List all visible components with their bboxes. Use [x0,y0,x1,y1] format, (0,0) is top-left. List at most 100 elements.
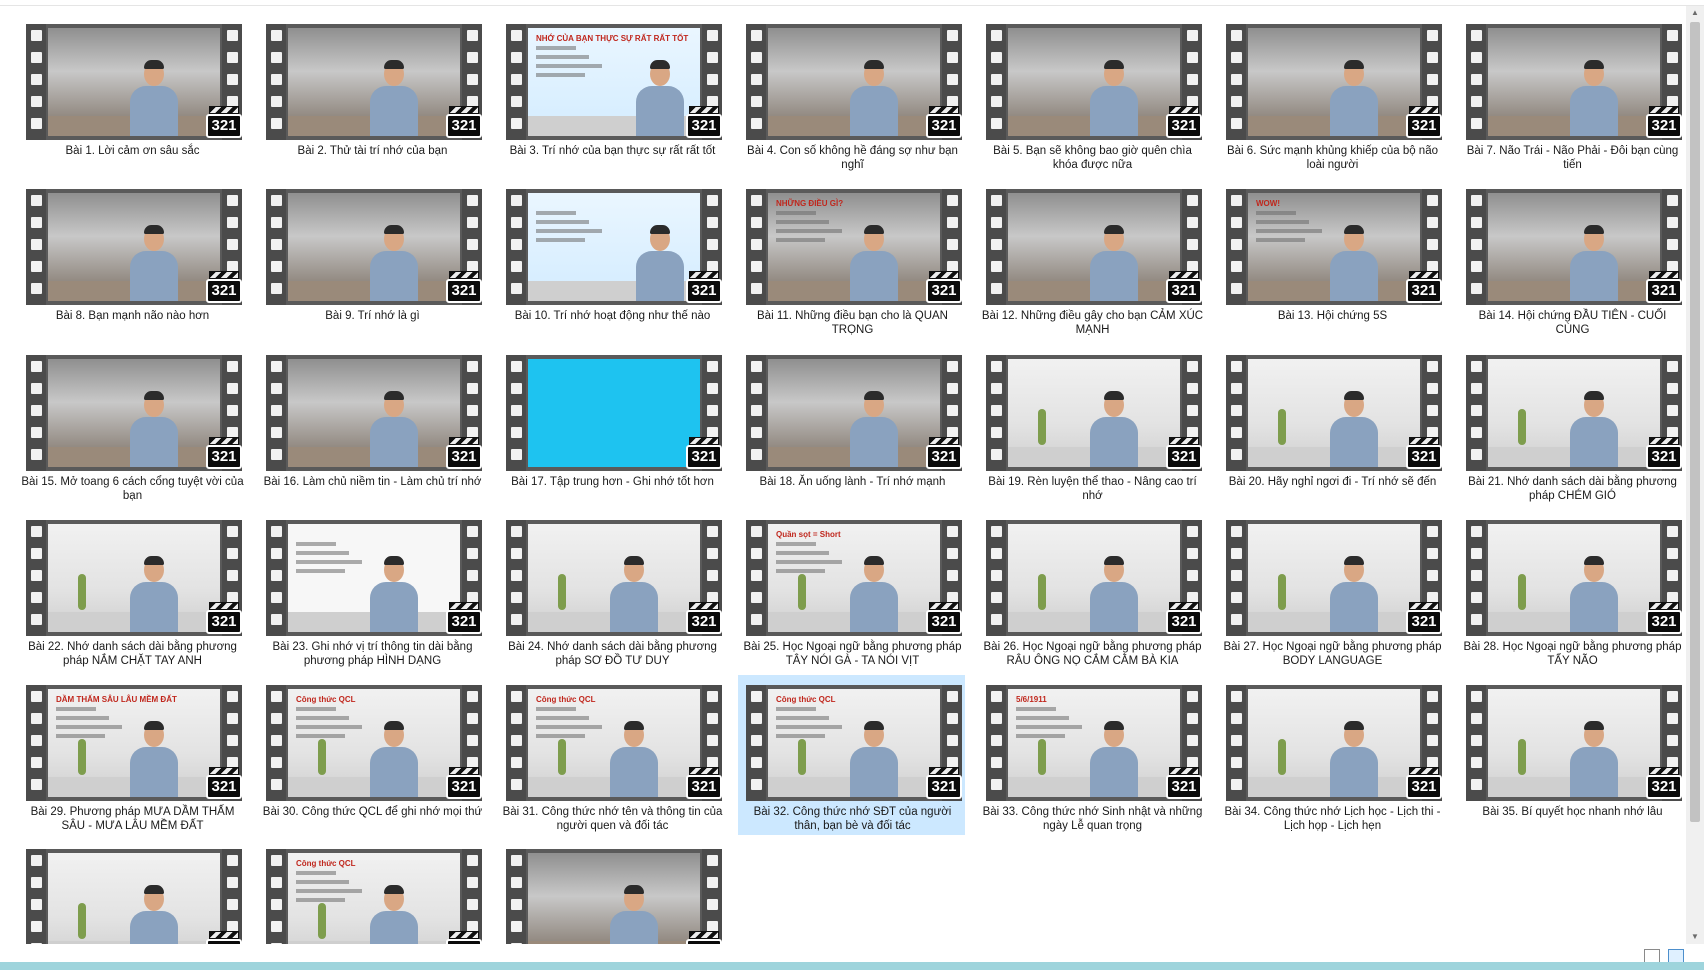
film-hole [227,713,238,725]
film-hole [1427,691,1438,703]
video-file-3[interactable]: NHỚ CỦA BẠN THỰC SỰ RẤT RẤT TỐT 321 Bài 3.… [498,14,725,174]
presenter-figure [846,60,902,136]
video-frame [48,28,220,136]
video-file-20[interactable]: 321 Bài 20. Hãy nghỉ ngơi đi - Trí nhớ sẽ… [1218,345,1445,505]
video-thumbnail: 321 [986,189,1202,306]
video-file-2[interactable]: 321 Bài 2. Thử tài trí nhớ của bạn [258,14,485,174]
media-player-classic-icon: 321 [1646,106,1682,140]
video-file-6[interactable]: 321 Bài 6. Sức mạnh khủng khiếp của bộ nã… [1218,14,1445,174]
media-player-classic-icon: 321 [926,767,962,801]
video-file-15[interactable]: 321 Bài 15. Mở toang 6 cách cổng tuyệt vờ… [18,345,245,505]
video-file-29[interactable]: DẦM THẤM SÂU LÂU MỀM ĐẤT 321 Bài 29. Phươn… [18,675,245,835]
film-hole [511,283,522,295]
video-file-18[interactable]: 321 Bài 18. Ăn uống lành - Trí nhớ mạnh [738,345,965,505]
video-file-26[interactable]: 321 Bài 26. Học Ngoại ngữ bằng phương phá… [978,510,1205,670]
scroll-up-icon[interactable]: ▲ [1686,6,1704,20]
film-hole [271,360,282,372]
film-hole [511,877,522,888]
film-hole [31,96,42,107]
media-player-classic-icon: 321 [206,106,242,140]
film-hole [271,877,282,888]
scroll-thumb[interactable] [1690,22,1700,822]
video-file-38[interactable]: 321 [498,839,725,944]
video-file-36[interactable]: 321 [18,839,245,944]
film-hole [271,30,282,41]
film-hole [511,547,522,559]
video-file-25[interactable]: Quần sọt = Short 321 Bài 25. Học Ngoại ngữ… [738,510,965,670]
presenter-figure [632,225,688,302]
video-thumbnail: 321 [506,849,722,944]
film-hole [1231,195,1242,207]
slide-content [536,46,606,82]
video-thumbnail: 321 [1226,519,1442,636]
video-file-8[interactable]: 321 Bài 8. Bạn mạnh não nào hơn [18,179,245,339]
media-player-classic-icon: 321 [686,931,722,944]
film-hole [271,52,282,63]
video-file-34[interactable]: 321 Bài 34. Công thức nhớ Lịch học - Lịch… [1218,675,1445,835]
file-grid[interactable]: 321 Bài 1. Lời cảm ơn sâu sắc 321 Bài 2. Th… [18,14,1688,944]
video-file-24[interactable]: 321 Bài 24. Nhớ danh sách dài bằng phương… [498,510,725,670]
film-hole [751,404,762,416]
film-hole [511,261,522,273]
video-file-17[interactable]: 321 Bài 17. Tập trung hơn - Ghi nhớ tốt h… [498,345,725,505]
video-frame [288,523,460,632]
video-thumbnail: 321 [266,519,482,636]
film-hole [511,426,522,438]
video-file-14[interactable]: 321 Bài 14. Hội chứng ĐẦU TIÊN - CUỐI CÙN… [1458,179,1685,339]
film-hole [1427,713,1438,725]
video-file-28[interactable]: 321 Bài 28. Học Ngoại ngữ bằng phương phá… [1458,510,1685,670]
video-file-4[interactable]: 321 Bài 4. Con số không hề đáng sợ như bạ… [738,14,965,174]
video-file-22[interactable]: 321 Bài 22. Nhớ danh sách dài bằng phương… [18,510,245,670]
presenter-figure [1326,60,1382,136]
film-hole [707,52,718,63]
film-hole [511,735,522,747]
film-hole [1427,30,1438,41]
video-file-33[interactable]: 5/6/1911 321 Bài 33. Công thức nhớ Sinh nh… [978,675,1205,835]
address-bar-edge [0,0,1704,6]
video-file-1[interactable]: 321 Bài 1. Lời cảm ơn sâu sắc [18,14,245,174]
video-file-32[interactable]: Công thức QCL 321 Bài 32. Công thức nhớ SĐ… [738,675,965,836]
video-file-10[interactable]: 321 Bài 10. Trí nhớ hoạt động như thế nào [498,179,725,339]
video-file-9[interactable]: 321 Bài 9. Trí nhớ là gì [258,179,485,339]
film-hole [511,779,522,791]
film-hole [947,691,958,703]
video-file-30[interactable]: Công thức QCL 321 Bài 30. Công thức QCL để… [258,675,485,835]
film-hole [991,382,1002,394]
large-icons-view-icon[interactable] [1668,949,1684,963]
video-file-21[interactable]: 321 Bài 21. Nhớ danh sách dài bằng phương… [1458,345,1685,505]
details-view-icon[interactable] [1644,949,1660,963]
video-file-11[interactable]: NHỮNG ĐIỀU GÌ? 321 Bài 11. Những điều bạn … [738,179,965,339]
video-file-31[interactable]: Công thức QCL 321 Bài 31. Công thức nhớ tê… [498,675,725,835]
film-hole [1471,713,1482,725]
film-hole [271,239,282,251]
film-hole [31,404,42,416]
film-hole [1231,404,1242,416]
film-hole [751,779,762,791]
video-file-16[interactable]: 321 Bài 16. Làm chủ niềm tin - Làm chủ tr… [258,345,485,505]
video-file-13[interactable]: WOW! 321 Bài 13. Hội chứng 5S [1218,179,1445,339]
film-hole [31,877,42,888]
film-strip-edge [506,189,526,306]
film-hole [991,569,1002,581]
film-hole [1187,547,1198,559]
scroll-down-icon[interactable]: ▼ [1686,930,1704,944]
video-file-23[interactable]: 321 Bài 23. Ghi nhớ vị trí thông tin dài … [258,510,485,670]
video-thumbnail: 321 [746,354,962,471]
film-hole [271,735,282,747]
film-hole [1231,360,1242,372]
film-hole [1667,30,1678,41]
film-hole [1667,382,1678,394]
film-hole [511,713,522,725]
video-thumbnail: 321 [1226,354,1442,471]
video-file-19[interactable]: 321 Bài 19. Rèn luyện thể thao - Nâng cao… [978,345,1205,505]
video-file-12[interactable]: 321 Bài 12. Những điều gây cho bạn CẢM XÚ… [978,179,1205,339]
presenter-figure [1326,390,1382,467]
film-hole [707,382,718,394]
vertical-scrollbar[interactable]: ▲ ▼ [1686,6,1704,944]
film-hole [1471,735,1482,747]
video-file-7[interactable]: 321 Bài 7. Não Trái - Não Phải - Đôi bạn … [1458,14,1685,174]
video-file-27[interactable]: 321 Bài 27. Học Ngoại ngữ bằng phương phá… [1218,510,1445,670]
video-file-37[interactable]: Công thức QCL 321 [258,839,485,944]
video-file-35[interactable]: 321 Bài 35. Bí quyết học nhanh nhớ lâu [1458,675,1685,835]
video-file-5[interactable]: 321 Bài 5. Bạn sẽ không bao giờ quên chìa… [978,14,1205,174]
